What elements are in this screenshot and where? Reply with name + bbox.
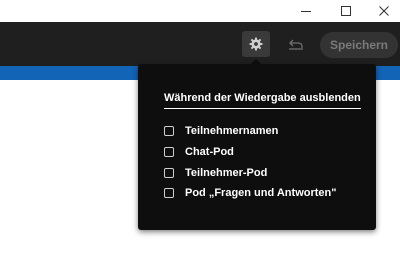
checkbox[interactable] — [164, 147, 174, 157]
window-titlebar — [0, 0, 400, 22]
option-label: Teilnehmernamen — [185, 125, 279, 137]
checkbox[interactable] — [164, 126, 174, 136]
option-qa-pod[interactable]: Pod „Fragen und Antworten" — [164, 186, 336, 200]
maximize-icon — [341, 6, 351, 16]
option-label: Chat-Pod — [185, 146, 234, 158]
close-icon — [379, 6, 389, 16]
option-participant-names[interactable]: Teilnehmernamen — [164, 124, 278, 138]
minimize-button[interactable] — [288, 0, 324, 22]
menu-heading: Während der Wiedergabe ausblenden — [164, 92, 361, 109]
save-button[interactable]: Speichern — [320, 32, 398, 58]
settings-button[interactable] — [242, 31, 270, 57]
option-chat-pod[interactable]: Chat-Pod — [164, 145, 234, 159]
checkbox[interactable] — [164, 168, 174, 178]
close-button[interactable] — [366, 0, 400, 22]
option-label: Teilnehmer-Pod — [185, 167, 268, 179]
minimize-icon — [301, 11, 311, 12]
maximize-button[interactable] — [328, 0, 364, 22]
gear-icon — [249, 37, 263, 51]
option-label: Pod „Fragen und Antworten" — [185, 187, 337, 199]
option-participant-pod[interactable]: Teilnehmer-Pod — [164, 166, 267, 180]
checkbox[interactable] — [164, 188, 174, 198]
undo-icon — [289, 39, 303, 50]
undo-button[interactable] — [284, 33, 308, 55]
